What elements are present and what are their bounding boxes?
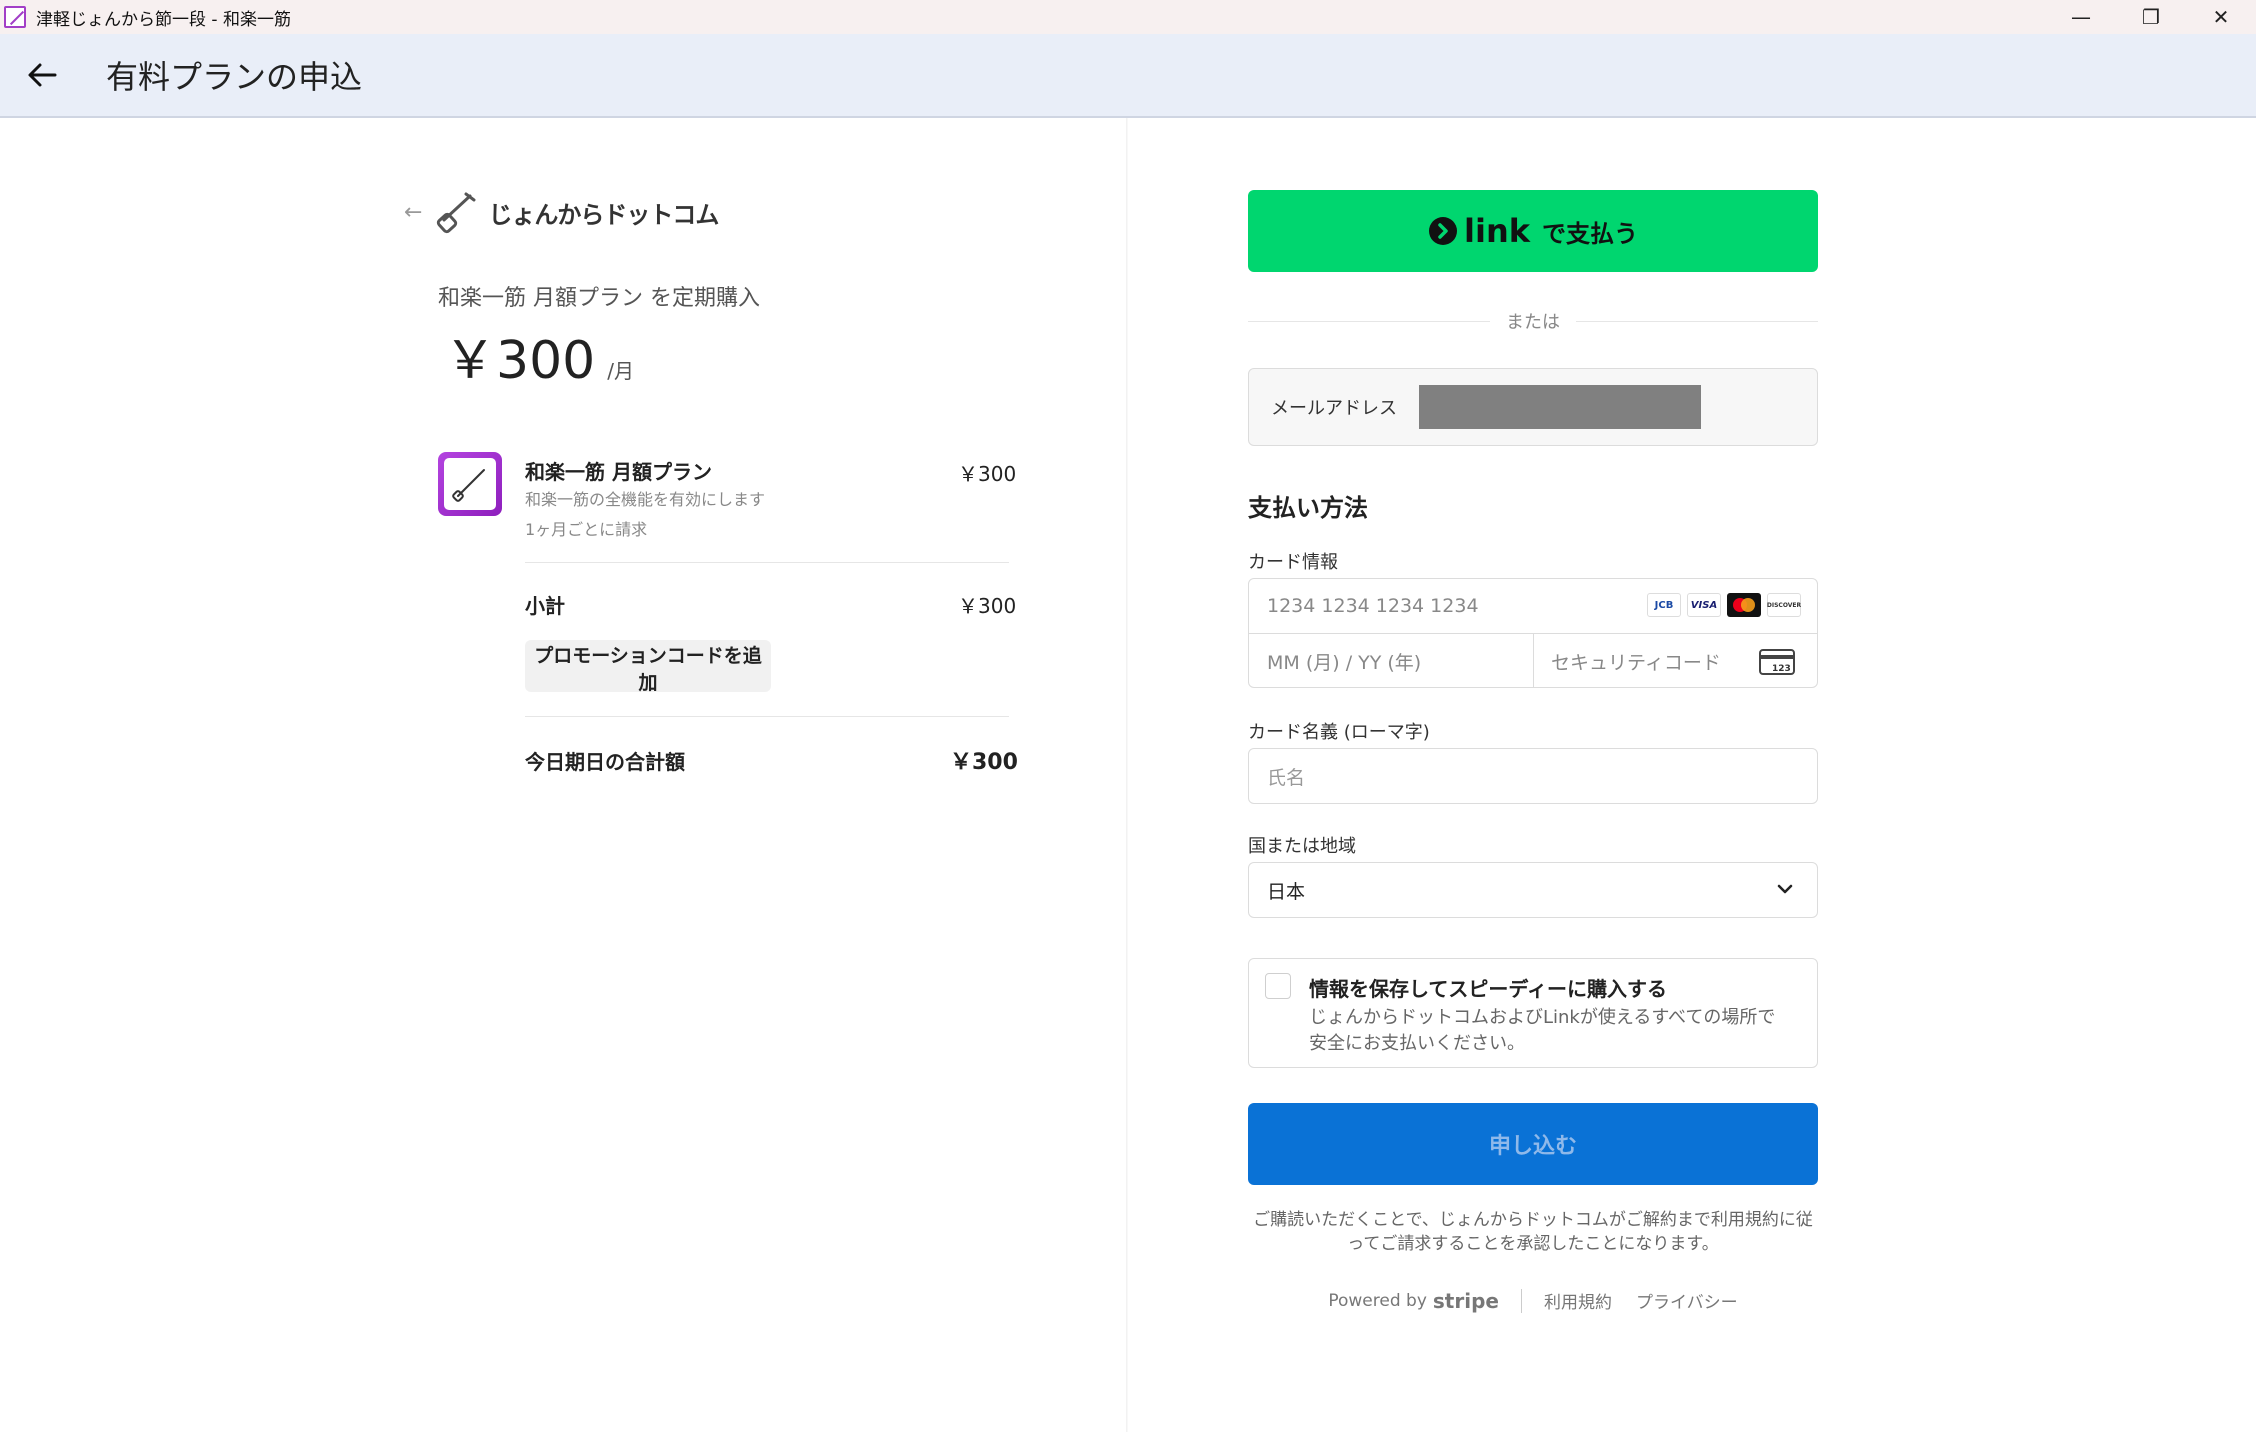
card-brand-icons: JCB VISA DISCOVER (1647, 593, 1801, 617)
window-controls: — ❐ ✕ (2046, 0, 2256, 34)
save-info-checkbox[interactable] (1265, 973, 1291, 999)
country-value: 日本 (1267, 880, 1306, 903)
card-input-group: 1234 1234 1234 1234 JCB VISA DISCOVER MM… (1248, 578, 1818, 688)
pay-with-link-button[interactable]: link で支払う (1248, 190, 1818, 272)
email-redacted (1419, 385, 1701, 429)
email-field[interactable]: メールアドレス (1248, 368, 1818, 446)
back-arrow-icon[interactable] (20, 53, 64, 97)
divider (525, 562, 1009, 563)
or-text: または (1506, 312, 1560, 333)
jcb-icon: JCB (1647, 593, 1681, 617)
brand-name: じょんからドットコム (488, 200, 719, 229)
maximize-button[interactable]: ❐ (2116, 0, 2186, 34)
link-pay-label: で支払う (1542, 219, 1638, 248)
terms-link[interactable]: 利用規約 (1544, 1288, 1612, 1313)
close-button[interactable]: ✕ (2186, 0, 2256, 34)
item-description: 和楽一筋の全機能を有効にします (525, 490, 766, 509)
minimize-button[interactable]: — (2046, 0, 2116, 34)
panel-divider (1126, 118, 1128, 1432)
app-icon (4, 6, 26, 28)
chevron-down-icon (1777, 884, 1793, 894)
item-billing: 1ヶ月ごとに請求 (525, 520, 648, 539)
privacy-link[interactable]: プライバシー (1636, 1288, 1738, 1313)
subtotal-label: 小計 (525, 594, 565, 618)
price-amount: ￥300 (444, 331, 596, 391)
subscribe-button[interactable]: 申し込む (1248, 1103, 1818, 1185)
svg-text:123: 123 (1772, 664, 1791, 674)
or-separator: または (1248, 308, 1818, 334)
stripe-logo[interactable]: stripe (1433, 1289, 1499, 1313)
app-header: 有料プランの申込 (0, 34, 2256, 118)
item-name: 和楽一筋 月額プラン (525, 460, 712, 484)
country-select[interactable]: 日本 (1248, 862, 1818, 918)
add-promo-code-button[interactable]: プロモーションコードを追加 (525, 640, 771, 694)
product-thumbnail (438, 452, 502, 516)
price-unit: /月 (607, 359, 635, 383)
country-label: 国または地域 (1248, 836, 1356, 857)
item-price: ￥300 (958, 462, 1017, 486)
terms-text: ご購読いただくことで、じょんからドットコムがご解約まで利用規約に従ってご請求する… (1253, 1210, 1813, 1254)
mastercard-icon (1727, 593, 1761, 617)
cvc-card-icon: 123 (1759, 649, 1795, 675)
brand-row: ← じょんからドットコム (404, 190, 719, 234)
card-number-input[interactable]: 1234 1234 1234 1234 (1267, 579, 1479, 633)
discover-icon: DISCOVER (1767, 593, 1801, 617)
subtotal-value: ￥300 (958, 594, 1017, 618)
cardholder-name-input[interactable]: 氏名 (1248, 748, 1818, 804)
footer-links: Powered by stripe 利用規約 プライバシー (1248, 1288, 1818, 1313)
powered-by-text: Powered by (1328, 1290, 1427, 1311)
save-info-description: じょんからドットコムおよびLinkが使えるすべての場所で安全にお支払いください。 (1309, 1007, 1776, 1054)
small-back-arrow-icon[interactable]: ← (404, 200, 422, 225)
payment-method-title: 支払い方法 (1248, 494, 1368, 522)
card-cvc-input[interactable]: セキュリティコード (1551, 634, 1721, 688)
save-info-box: 情報を保存してスピーディーに購入する じょんからドットコムおよびLinkが使える… (1248, 958, 1818, 1068)
price-display: ￥300 /月 (444, 318, 634, 393)
shamisen-logo-icon (437, 192, 476, 234)
save-info-title: 情報を保存してスピーディーに購入する (1309, 977, 1667, 1001)
card-info-label: カード情報 (1248, 552, 1338, 573)
email-label: メールアドレス (1271, 398, 1397, 419)
divider (525, 716, 1009, 717)
visa-icon: VISA (1687, 593, 1721, 617)
card-expiry-input[interactable]: MM (月) / YY (年) (1267, 634, 1421, 688)
window-title: 津軽じょんから節一段 - 和楽一筋 (36, 9, 291, 30)
link-wordmark: link (1464, 212, 1530, 250)
link-logo-icon (1429, 217, 1457, 245)
shamisen-product-icon (452, 469, 485, 502)
cardholder-name-label: カード名義 (ローマ字) (1248, 722, 1430, 743)
plan-title: 和楽一筋 月額プラン を定期購入 (438, 286, 760, 311)
total-value: ￥300 (950, 750, 1018, 775)
total-label: 今日期日の合計額 (525, 750, 685, 774)
window-titlebar: 津軽じょんから節一段 - 和楽一筋 — ❐ ✕ (0, 0, 2256, 34)
page-title: 有料プランの申込 (106, 58, 363, 96)
